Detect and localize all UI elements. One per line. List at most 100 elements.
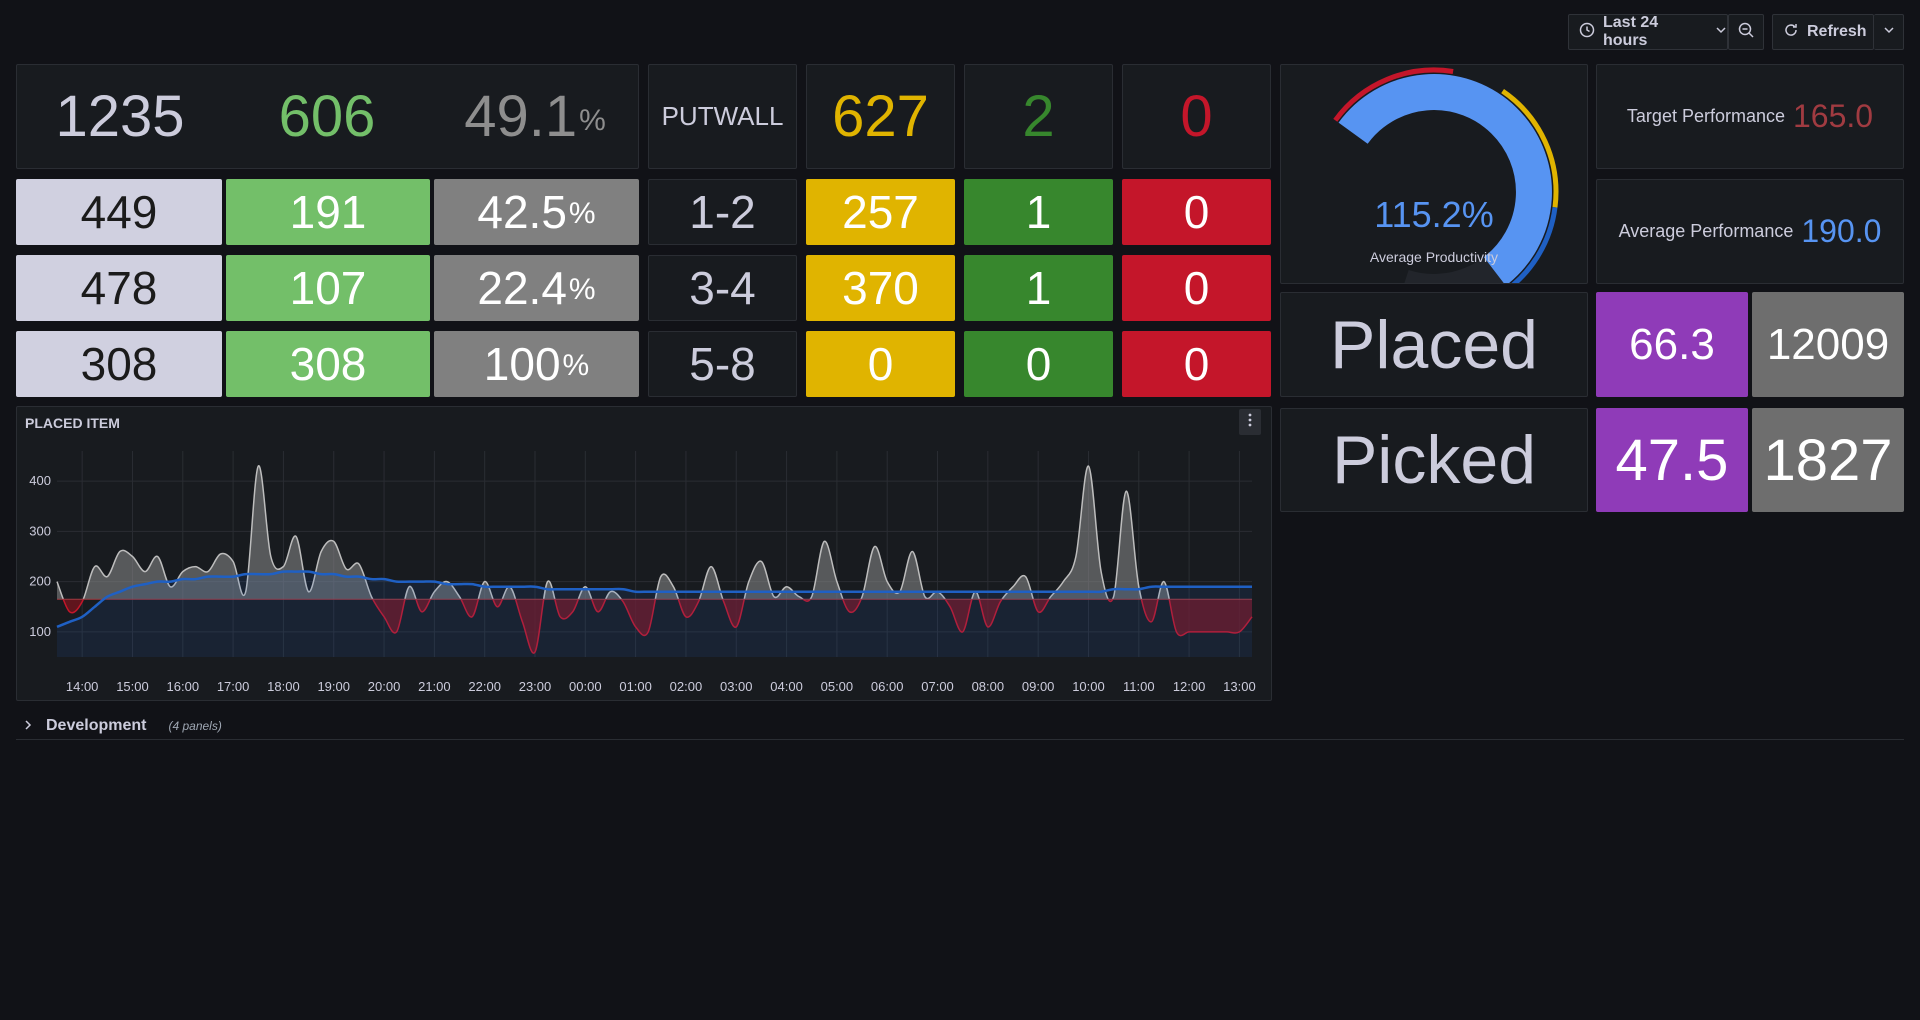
row-2-pct-value: 22.4 <box>477 262 567 314</box>
refresh-label: Refresh <box>1807 23 1867 40</box>
row-3-done: 308 <box>226 331 430 397</box>
red-row-3-value: 0 <box>1183 338 1210 390</box>
green-row-2-value: 1 <box>1025 262 1052 314</box>
y-tick-label: 200 <box>29 574 51 589</box>
productivity-gauge-panel: 115.2% Average Productivity <box>1280 64 1588 284</box>
gauge-label: Average Productivity <box>1370 249 1498 265</box>
row-2-total-value: 478 <box>80 262 158 314</box>
target-value: 165.0 <box>1793 98 1874 134</box>
summary-pct: 49.1% <box>431 65 638 168</box>
row-2-done-value: 107 <box>289 262 367 314</box>
picked-label: Picked <box>1331 422 1537 498</box>
putwall-row-1: 1-2 <box>648 179 797 245</box>
row-3-pct-value: 100 <box>483 338 561 390</box>
yellow-total-value: 627 <box>832 84 929 149</box>
red-total-value: 0 <box>1180 84 1213 149</box>
green-total-value: 2 <box>1022 84 1055 149</box>
chevron-right-icon <box>24 717 32 735</box>
row-2-pct: 22.4% <box>434 255 639 321</box>
putwall-header: PUTWALL <box>648 64 797 169</box>
putwall-row-2: 3-4 <box>648 255 797 321</box>
picked-count: 1827 <box>1752 408 1904 512</box>
putwall-row-3-label: 5-8 <box>689 338 756 390</box>
yellow-row-1-value: 257 <box>842 186 919 238</box>
average-value: 190.0 <box>1801 213 1882 249</box>
x-tick-label: 05:00 <box>821 679 854 694</box>
red-total: 0 <box>1122 64 1271 169</box>
green-row-1-value: 1 <box>1025 186 1052 238</box>
row-1-done: 191 <box>226 179 430 245</box>
placed-label: Placed <box>1330 306 1538 383</box>
red-row-3: 0 <box>1122 331 1271 397</box>
y-tick-label: 100 <box>29 624 51 639</box>
pct-unit: % <box>562 349 590 382</box>
placed-item-chart: 100 200 300 400 14:00 15:00 16:00 17:00 18:00 19:… <box>29 451 1256 694</box>
picked-panel: Picked <box>1280 408 1588 512</box>
summary-panel: 1235 606 49.1% <box>16 64 639 169</box>
picked-rate-value: 47.5 <box>1615 427 1729 493</box>
red-row-1-value: 0 <box>1183 186 1210 238</box>
chevron-down-icon <box>1883 23 1895 41</box>
putwall-row-3: 5-8 <box>648 331 797 397</box>
pct-unit: % <box>579 104 606 137</box>
row-1-total-value: 449 <box>80 186 158 238</box>
placed-panel: Placed <box>1280 292 1588 397</box>
productivity-gauge: 115.2% Average Productivity <box>1333 67 1559 283</box>
more-vertical-icon <box>1248 413 1252 432</box>
chevron-down-icon <box>1715 23 1727 41</box>
yellow-row-2-value: 370 <box>842 262 919 314</box>
placed-count-value: 12009 <box>1766 319 1890 369</box>
putwall-row-1-label: 1-2 <box>689 186 756 238</box>
row-3-total: 308 <box>16 331 222 397</box>
refresh-interval-dropdown[interactable] <box>1874 14 1904 50</box>
x-tick-label: 02:00 <box>670 679 703 694</box>
x-tick-label: 08:00 <box>972 679 1005 694</box>
pct-unit: % <box>568 273 596 306</box>
green-row-2: 1 <box>964 255 1113 321</box>
row-3-pct: 100% <box>434 331 639 397</box>
development-row[interactable]: Development (4 panels) <box>16 712 1904 740</box>
chart-title: PLACED ITEM <box>25 415 120 431</box>
summary-total: 1235 <box>17 65 223 168</box>
red-row-1: 0 <box>1122 179 1271 245</box>
x-tick-label: 15:00 <box>116 679 149 694</box>
green-total: 2 <box>964 64 1113 169</box>
time-range-label: Last 24 hours <box>1603 14 1659 49</box>
x-tick-label: 10:00 <box>1072 679 1105 694</box>
average-performance-panel: Average Performance 190.0 <box>1596 179 1904 284</box>
summary-done: 606 <box>223 65 431 168</box>
yellow-row-1: 257 <box>806 179 955 245</box>
yellow-total: 627 <box>806 64 955 169</box>
summary-done-value: 606 <box>278 84 376 149</box>
x-tick-label: 07:00 <box>921 679 954 694</box>
x-tick-label: 03:00 <box>720 679 753 694</box>
x-tick-label: 06:00 <box>871 679 904 694</box>
row-2-total: 478 <box>16 255 222 321</box>
x-tick-label: 09:00 <box>1022 679 1055 694</box>
green-row-3-value: 0 <box>1025 338 1052 390</box>
picked-count-value: 1827 <box>1763 427 1893 493</box>
x-tick-label: 19:00 <box>317 679 350 694</box>
yellow-row-2: 370 <box>806 255 955 321</box>
placed-rate-value: 66.3 <box>1629 319 1715 369</box>
x-tick-label: 00:00 <box>569 679 602 694</box>
summary-total-value: 1235 <box>55 84 185 149</box>
zoom-out-button[interactable] <box>1728 14 1764 50</box>
refresh-button[interactable]: Refresh <box>1772 14 1874 50</box>
panel-menu-button[interactable] <box>1239 409 1261 435</box>
pct-unit: % <box>568 197 596 230</box>
time-range-picker[interactable]: Last 24 hours <box>1568 14 1728 50</box>
placed-count: 12009 <box>1752 292 1904 397</box>
row-3-total-value: 308 <box>80 338 158 390</box>
row-1-total: 449 <box>16 179 222 245</box>
x-tick-label: 17:00 <box>217 679 250 694</box>
refresh-icon <box>1783 22 1799 43</box>
row-1-pct: 42.5% <box>434 179 639 245</box>
row-1-pct-value: 42.5 <box>477 186 567 238</box>
green-row-3: 0 <box>964 331 1113 397</box>
target-performance-panel: Target Performance 165.0 <box>1596 64 1904 169</box>
section-subtitle: (4 panels) <box>168 718 222 733</box>
putwall-row-2-label: 3-4 <box>689 262 756 314</box>
x-tick-label: 18:00 <box>267 679 300 694</box>
putwall-header-label: PUTWALL <box>661 101 784 131</box>
